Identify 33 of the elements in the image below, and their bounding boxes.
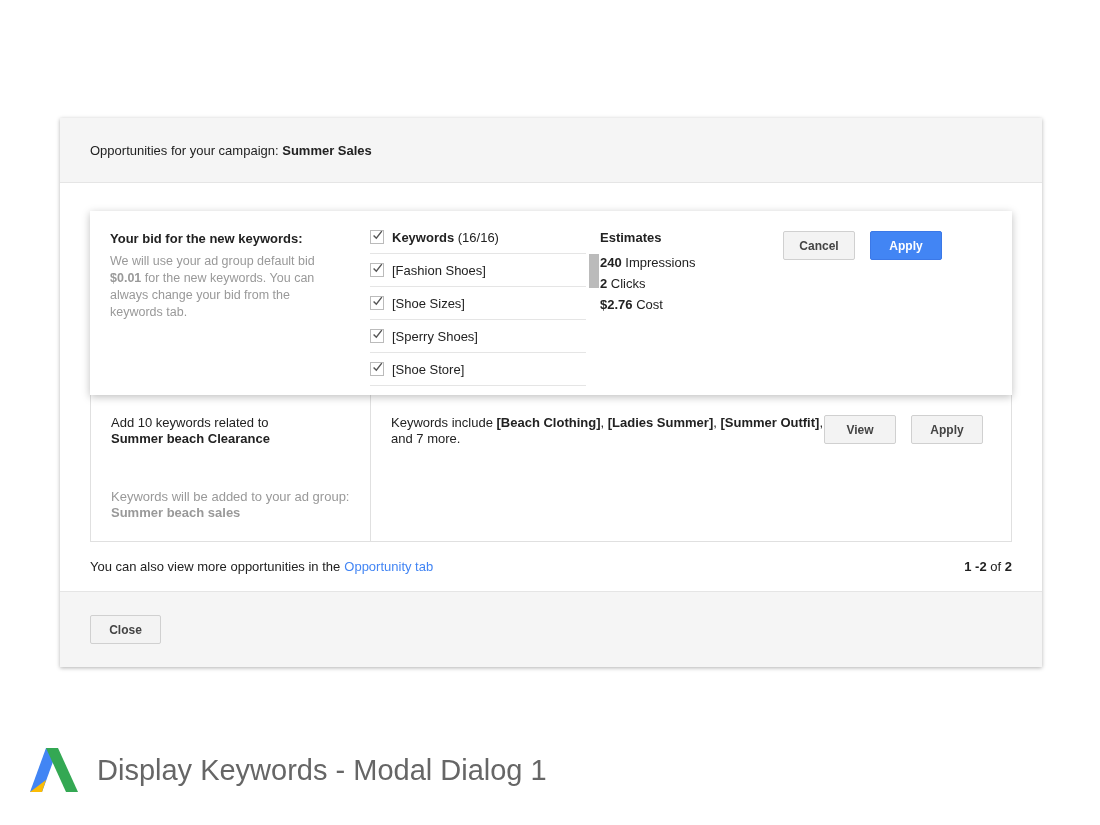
estimate-value: $2.76 Cost <box>600 296 664 314</box>
close-button[interactable]: Close <box>90 615 161 644</box>
keyword-label: [Fashion Shoes] <box>392 262 486 278</box>
dialog-title: Opportunities for your campaign: Summer Sales <box>90 142 372 158</box>
opportunity-title: Add 10 keywords related to <box>111 415 270 431</box>
checkbox[interactable] <box>370 362 384 376</box>
apply-button[interactable]: Apply <box>911 415 983 444</box>
view-button[interactable]: View <box>824 415 896 444</box>
keywords-summary: Keywords include [Beach Clothing], [Ladies Summer], [Summer Outfit], and 7 more. <box>390 414 824 448</box>
caption-title: Display Keywords - Modal Dialog 1 <box>97 753 547 787</box>
ad-group-name: Summer beach sales <box>111 505 242 521</box>
apply-button[interactable]: Apply <box>870 231 942 260</box>
scrollbar-thumb[interactable] <box>589 254 599 288</box>
keyword-label: [Shoe Sizes] <box>392 295 465 311</box>
opportunity-tab-link[interactable]: Opportunity tab <box>344 559 434 574</box>
estimate-value: 2 Clicks <box>600 275 647 293</box>
keywords-header: Keywords (16/16) <box>392 229 499 245</box>
estimate-value: 240 Impressions <box>600 254 697 272</box>
opportunity-topic: Summer beach Clearance <box>111 431 271 447</box>
footer-text: You can also view more opportunities in the <box>90 559 341 574</box>
checkbox[interactable] <box>370 329 384 343</box>
cancel-button[interactable]: Cancel <box>783 231 855 260</box>
logo-icon <box>30 746 78 794</box>
keyword-label: [Sperry Shoes] <box>392 328 478 344</box>
bid-heading: Your bid for the new keywords: <box>110 231 304 246</box>
checkbox[interactable] <box>370 263 384 277</box>
checkbox[interactable] <box>370 230 384 244</box>
ad-group-note: Keywords will be added to your ad group: <box>111 489 350 505</box>
keyword-label: [Shoe Store] <box>392 361 465 377</box>
checkbox[interactable] <box>370 296 384 310</box>
estimates-heading: Estimates <box>600 230 663 245</box>
bid-description: We will use your ad group default bid $0.01 for the new keywords. You can always change your bid from the keywords tab. <box>110 253 316 321</box>
pagination-text: 1 -2 of 2 <box>964 559 1012 574</box>
